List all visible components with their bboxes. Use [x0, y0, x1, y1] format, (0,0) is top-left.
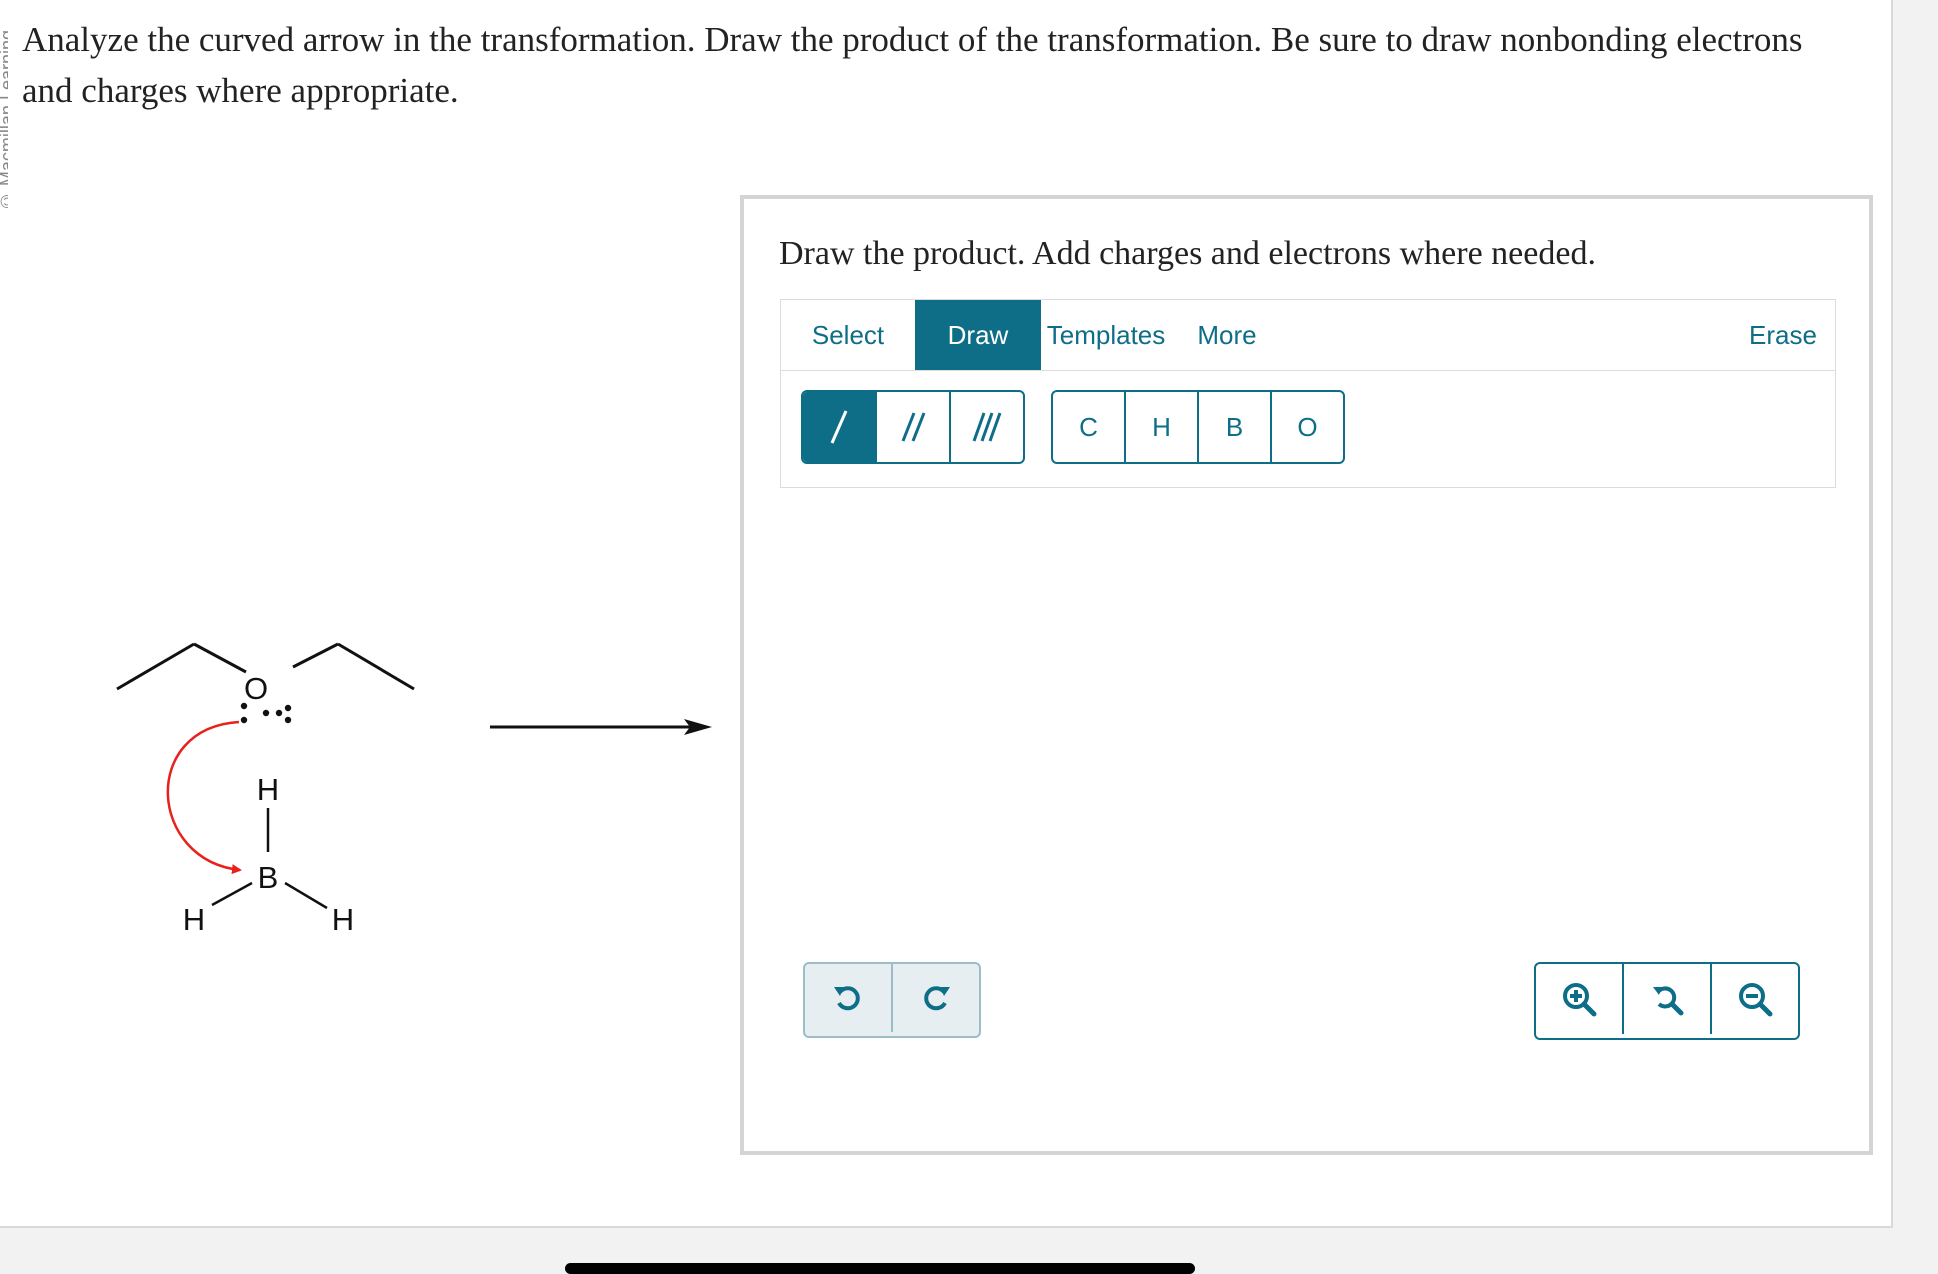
- boron-atom: B: [258, 860, 279, 895]
- triple-bond-button[interactable]: [951, 392, 1023, 462]
- tab-select[interactable]: Select: [781, 300, 915, 370]
- zoom-in-icon: [1563, 983, 1597, 1017]
- erase-button[interactable]: Erase: [1731, 300, 1835, 370]
- history-controls: [803, 962, 981, 1038]
- atom-button-b[interactable]: B: [1199, 392, 1272, 462]
- redo-button[interactable]: [893, 964, 979, 1032]
- single-bond-icon: [830, 410, 848, 444]
- atom-button-c[interactable]: C: [1053, 392, 1126, 462]
- double-bond-icon: [901, 412, 926, 442]
- triple-bond-icon: [972, 412, 1002, 442]
- zoom-controls: [1534, 962, 1800, 1040]
- redo-icon: [924, 986, 950, 1011]
- drawing-panel: Draw the product. Add charges and electr…: [740, 195, 1873, 1155]
- zoom-out-icon: [1739, 983, 1773, 1017]
- curved-arrow: [166, 720, 242, 875]
- single-bond-button[interactable]: [803, 392, 877, 462]
- atom-button-o[interactable]: O: [1272, 392, 1343, 462]
- oxygen-atom: O: [244, 671, 268, 706]
- tab-more[interactable]: More: [1171, 300, 1283, 370]
- bond-tools: [801, 390, 1025, 464]
- borane-h-right: H: [332, 902, 354, 937]
- page: © Macmillan Learning Analyze the curved …: [0, 0, 1893, 1228]
- b-h-bond-left: [211, 881, 253, 907]
- undo-button[interactable]: [805, 964, 893, 1032]
- zoom-out-button[interactable]: [1712, 964, 1798, 1034]
- undo-icon: [834, 986, 860, 1011]
- atom-tools: C H B O: [1051, 390, 1345, 464]
- zoom-in-button[interactable]: [1536, 964, 1624, 1034]
- atom-button-h[interactable]: H: [1126, 392, 1199, 462]
- toolbar-tabs: Select Draw Templates More Erase: [780, 299, 1836, 371]
- tool-row: C H B O: [780, 370, 1836, 488]
- borane-h-left: H: [183, 902, 205, 937]
- tab-draw[interactable]: Draw: [915, 300, 1041, 370]
- reaction-scheme: O H B H H: [116, 642, 712, 937]
- zoom-reset-button[interactable]: [1624, 964, 1712, 1034]
- home-indicator: [565, 1263, 1195, 1274]
- b-h-bond-right: [284, 881, 328, 910]
- borane-h-top: H: [257, 772, 279, 807]
- zoom-reset-icon: [1653, 986, 1684, 1016]
- double-bond-button[interactable]: [877, 392, 951, 462]
- panel-title: Draw the product. Add charges and electr…: [779, 235, 1596, 272]
- tab-templates[interactable]: Templates: [1041, 300, 1171, 370]
